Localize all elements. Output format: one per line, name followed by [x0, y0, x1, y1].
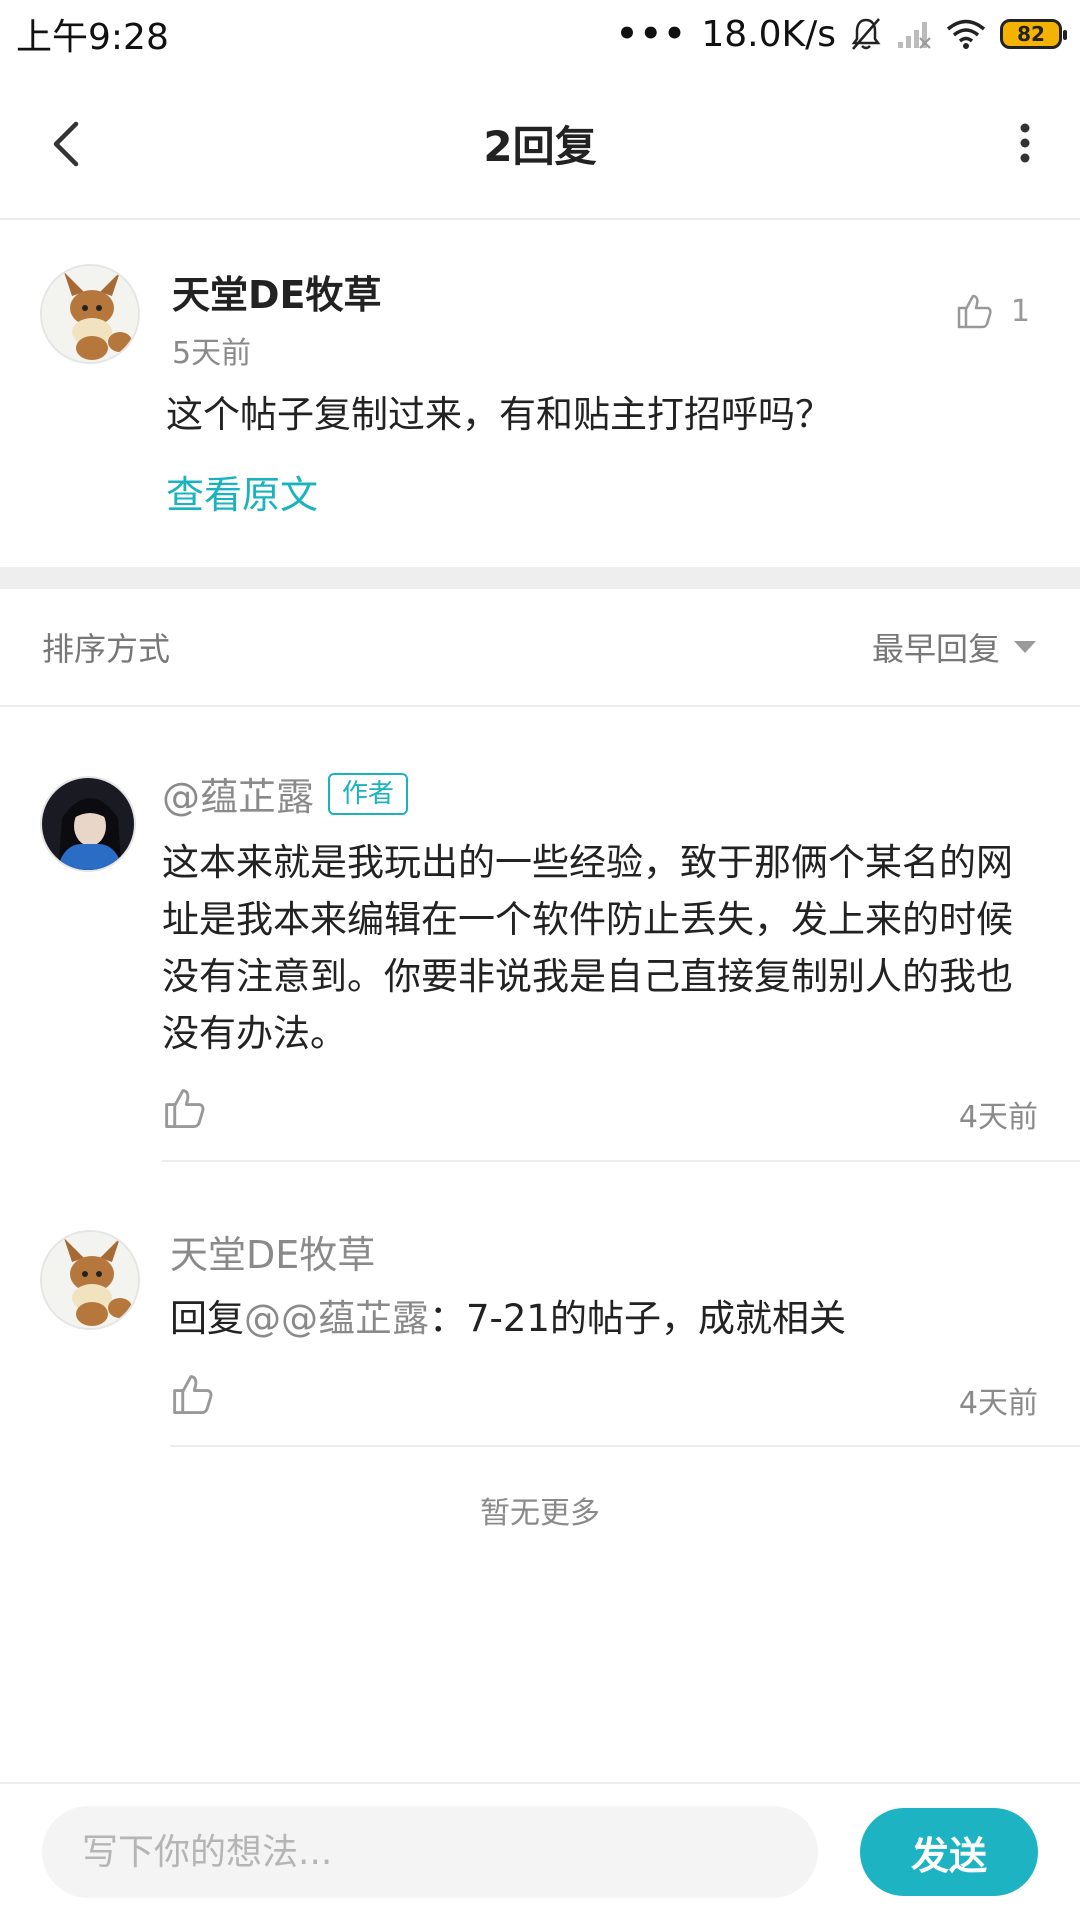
no-more-label: 暂无更多 [480, 1496, 600, 1531]
reply-text: 回复@@蕴芷露：7-21的帖子，成就相关 [170, 1290, 1030, 1347]
sort-label: 排序方式 [42, 630, 171, 668]
sort-selected: 最早回复 [871, 630, 1000, 668]
original-comment: 天堂DE牧草 5天前 1 这个帖子复制过来，有和贴主打招呼吗？ 查看原文 [0, 222, 1080, 567]
reply-prefix: 回复 [170, 1297, 244, 1340]
like-count: 1 [1010, 293, 1030, 329]
status-time: 上午9:28 [16, 17, 169, 58]
avatar[interactable] [40, 776, 136, 872]
list-item: @蕴芷露 作者 这本来就是我玩出的一些经验，致于那俩个某名的网址是我本来编辑在一… [0, 708, 1080, 1162]
send-button[interactable]: 发送 [860, 1808, 1038, 1896]
mention-link[interactable]: @@蕴芷露 [244, 1297, 429, 1340]
comment-text: 这个帖子复制过来，有和贴主打招呼吗？ [166, 393, 832, 436]
divider [170, 1445, 1080, 1447]
page-title: 2回复 [483, 121, 597, 171]
reply-time: 4天前 [958, 1386, 1038, 1421]
section-divider [0, 567, 1080, 589]
battery-icon: 82 [1000, 19, 1067, 49]
list-item: 天堂DE牧草 回复@@蕴芷露：7-21的帖子，成就相关 4天前 [0, 1162, 1080, 1447]
view-original-link[interactable]: 查看原文 [166, 464, 318, 519]
avatar[interactable] [40, 1230, 140, 1330]
more-vertical-icon[interactable] [1010, 118, 1040, 168]
comment-time: 5天前 [172, 336, 252, 371]
app-header: 2回复 [0, 68, 1080, 220]
avatar[interactable] [40, 264, 140, 364]
thumbs-up-icon[interactable] [162, 1086, 206, 1130]
comment-input[interactable] [42, 1806, 818, 1898]
thumbs-up-icon[interactable] [170, 1372, 214, 1416]
sort-dropdown[interactable]: 最早回复 [872, 624, 1036, 670]
reply-body: ：7-21的帖子，成就相关 [429, 1297, 846, 1340]
author-badge: 作者 [328, 772, 409, 815]
status-bar: 上午9:28 ••• 18.0K/s 82 [0, 0, 1080, 68]
reply-header: @蕴芷露 作者 [162, 766, 409, 821]
bell-mute-icon [851, 18, 881, 50]
status-dots: ••• [616, 14, 688, 54]
sort-bar: 排序方式 最早回复 [0, 589, 1080, 707]
reply-time: 4天前 [958, 1100, 1038, 1135]
eevee-avatar-image [42, 266, 138, 362]
like-button[interactable]: 1 [955, 292, 1030, 330]
wifi-icon [946, 19, 986, 49]
comment-author[interactable]: 天堂DE牧草 [172, 264, 382, 319]
reply-text: 这本来就是我玩出的一些经验，致于那俩个某名的网址是我本来编辑在一个软件防止丢失，… [162, 841, 1013, 1055]
user-avatar-image [42, 778, 134, 870]
caret-down-icon [1014, 641, 1036, 653]
status-icons: ••• 18.0K/s 82 [616, 13, 1067, 55]
reply-header: 天堂DE牧草 [170, 1224, 375, 1279]
reply-author[interactable]: @蕴芷露 [162, 766, 314, 821]
signal-icon [898, 22, 931, 49]
net-speed: 18.0K/s [701, 13, 836, 55]
back-button[interactable] [40, 114, 100, 174]
eevee-avatar-image [42, 1232, 138, 1328]
comment-composer: 发送 [0, 1782, 1080, 1920]
reply-author[interactable]: 天堂DE牧草 [170, 1224, 375, 1279]
thumbs-up-icon [957, 294, 992, 329]
